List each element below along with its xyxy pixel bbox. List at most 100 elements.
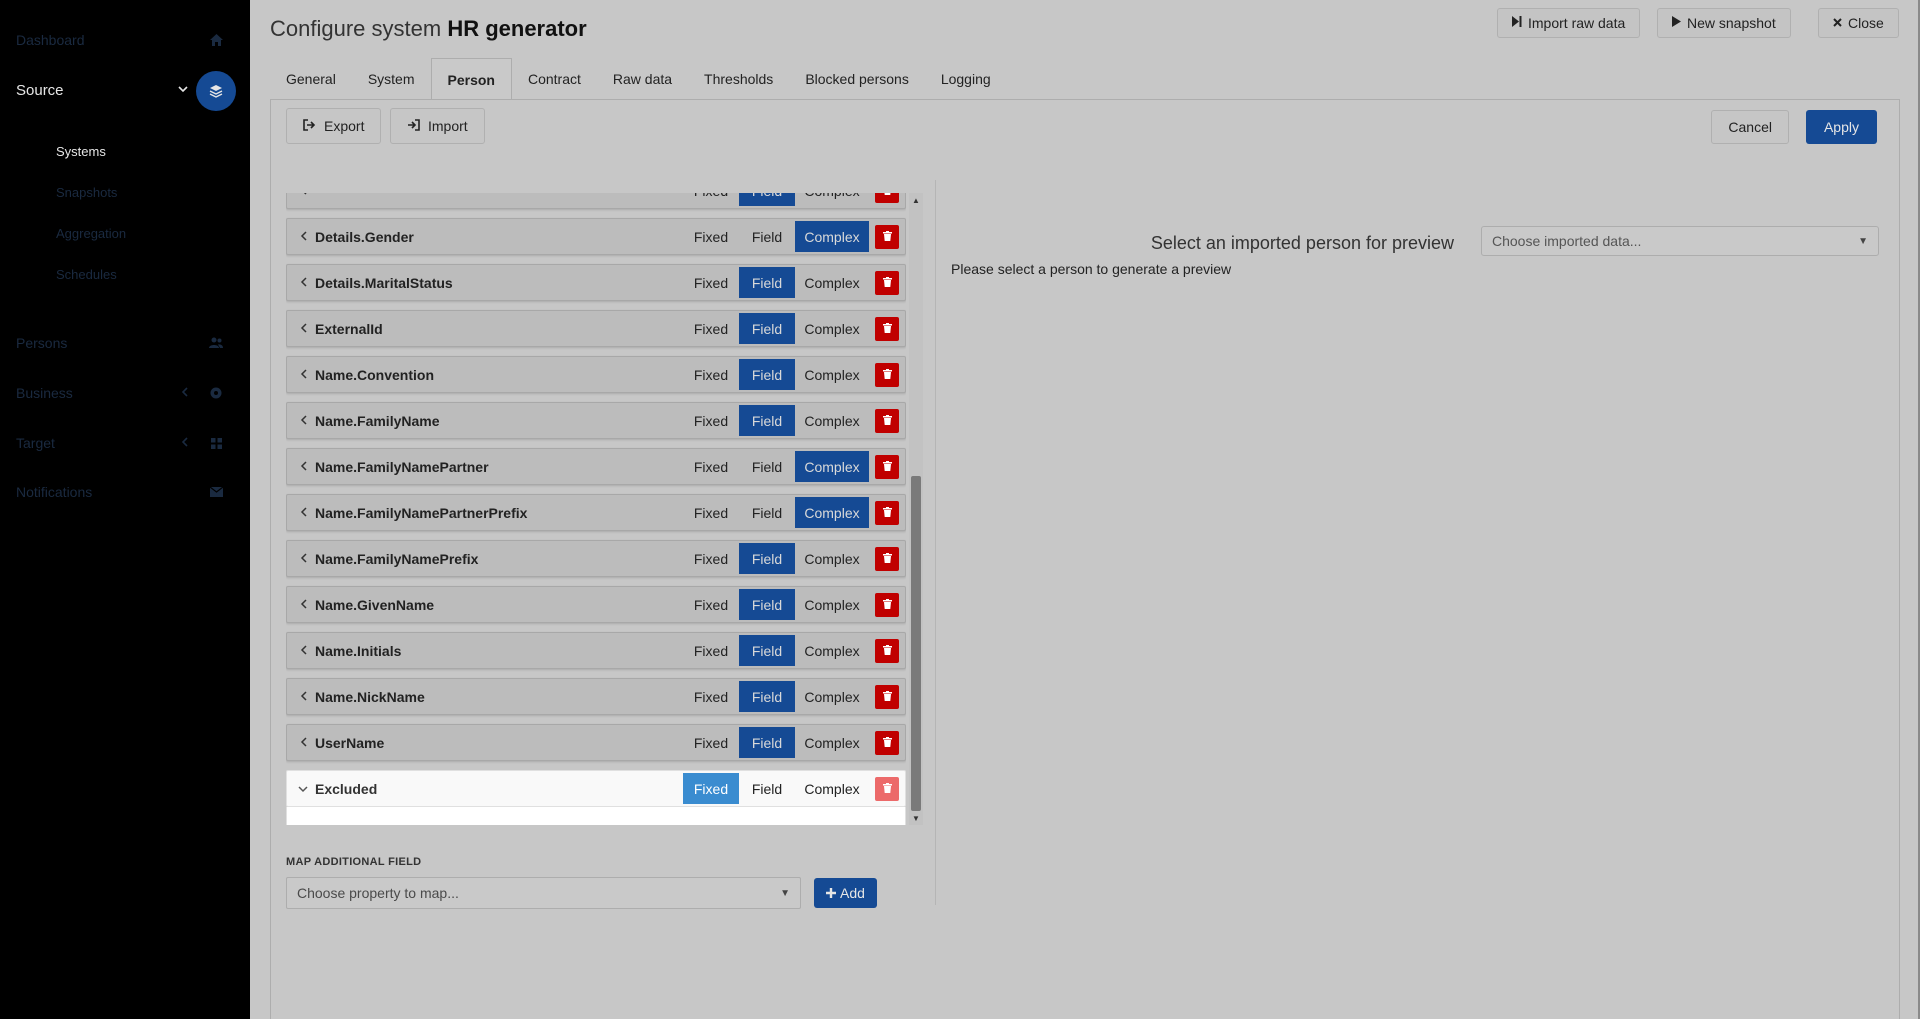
import-button[interactable]: Import [390,108,485,144]
scroll-thumb[interactable] [911,476,921,811]
mapping-row[interactable]: Name.FamilyNamePartner Fixed Field Complex [286,448,906,485]
mapping-row[interactable]: Name.NickName Fixed Field Complex [286,678,906,715]
mode-fixed-button[interactable]: Fixed [683,405,739,436]
mode-complex-button[interactable]: Complex [795,727,869,758]
mode-fixed-button[interactable]: Fixed [683,589,739,620]
sidebar-item-business[interactable]: Business [0,373,250,413]
sidebar-sub-aggregation[interactable]: Aggregation [56,226,126,241]
mode-field-button[interactable]: Field [739,313,795,344]
property-select[interactable]: Choose property to map... ▼ [286,877,801,909]
preview-person-select[interactable]: Choose imported data... ▼ [1481,226,1879,256]
mode-field-button[interactable]: Field [739,727,795,758]
scroll-down-arrow[interactable]: ▼ [909,811,923,825]
mode-complex-button[interactable]: Complex [795,405,869,436]
mode-complex-button[interactable]: Complex [795,267,869,298]
delete-mapping-button[interactable] [875,193,899,203]
chevron-left-icon[interactable] [291,643,315,658]
mode-fixed-button[interactable]: Fixed [683,451,739,482]
delete-mapping-button[interactable] [875,408,899,433]
delete-mapping-button[interactable] [875,224,899,249]
mode-field-button[interactable]: Field [739,773,795,804]
tab-logging[interactable]: Logging [925,58,1007,100]
chevron-down-icon[interactable] [291,781,315,796]
mapping-row[interactable]: Name.Convention Fixed Field Complex [286,356,906,393]
chevron-left-icon[interactable] [291,413,315,428]
mode-field-button[interactable]: Field [739,193,795,206]
mode-fixed-button[interactable]: Fixed [683,635,739,666]
delete-mapping-button[interactable] [875,684,899,709]
tab-thresholds[interactable]: Thresholds [688,58,789,100]
mapping-row[interactable]: Name.FamilyNamePrefix Fixed Field Complex [286,540,906,577]
sidebar-item-dashboard[interactable]: Dashboard [0,20,250,60]
sidebar-item-target[interactable]: Target [0,423,250,463]
tab-general[interactable]: General [270,58,352,100]
chevron-left-icon[interactable] [291,459,315,474]
mapping-row[interactable]: Details.Gender Fixed Field Complex [286,218,906,255]
tab-system[interactable]: System [352,58,431,100]
sidebar-item-source[interactable]: Source [0,70,250,111]
delete-mapping-button[interactable] [875,592,899,617]
mode-complex-button[interactable]: Complex [795,221,869,252]
mapping-row[interactable]: Name.GivenName Fixed Field Complex [286,586,906,623]
sidebar-sub-snapshots[interactable]: Snapshots [56,185,117,200]
mapping-row[interactable]: Name.FamilyNamePartnerPrefix Fixed Field Co… [286,494,906,531]
import-raw-data-button[interactable]: Import raw data [1497,8,1641,38]
delete-mapping-button[interactable] [875,362,899,387]
mapping-row[interactable]: Details.MaritalStatus Fixed Field Complex [286,264,906,301]
chevron-left-icon[interactable] [291,551,315,566]
mode-field-button[interactable]: Field [739,451,795,482]
add-field-button[interactable]: Add [814,878,877,908]
mode-field-button[interactable]: Field [739,359,795,390]
mapping-row[interactable]: Name.FamilyName Fixed Field Complex [286,402,906,439]
delete-mapping-button[interactable] [875,546,899,571]
delete-mapping-button[interactable] [875,454,899,479]
sidebar-sub-schedules[interactable]: Schedules [56,267,117,282]
mode-complex-button[interactable]: Complex [795,681,869,712]
mode-field-button[interactable]: Field [739,267,795,298]
chevron-left-icon[interactable] [291,321,315,336]
tab-blocked-persons[interactable]: Blocked persons [789,58,925,100]
mode-complex-button[interactable]: Complex [795,635,869,666]
mode-fixed-button[interactable]: Fixed [683,727,739,758]
mode-fixed-button[interactable]: Fixed [683,193,739,206]
export-button[interactable]: Export [286,108,382,144]
mode-fixed-button[interactable]: Fixed [683,497,739,528]
mode-field-button[interactable]: Field [739,543,795,574]
chevron-left-icon[interactable] [291,597,315,612]
mapping-row-expanded[interactable]: Excluded Fixed Field Complex [286,770,906,807]
mode-complex-button[interactable]: Complex [795,313,869,344]
tab-person[interactable]: Person [430,58,512,100]
mode-field-button[interactable]: Field [739,589,795,620]
close-button[interactable]: Close [1818,8,1899,38]
mapping-row[interactable]: UserName Fixed Field Complex [286,724,906,761]
mapping-row[interactable]: Name.Initials Fixed Field Complex [286,632,906,669]
delete-mapping-button[interactable] [875,730,899,755]
mode-fixed-button[interactable]: Fixed [683,267,739,298]
mode-complex-button[interactable]: Complex [795,543,869,574]
chevron-left-icon[interactable] [291,505,315,520]
mode-field-button[interactable]: Field [739,635,795,666]
mapping-row[interactable]: ExternalId Fixed Field Complex [286,310,906,347]
mode-fixed-button[interactable]: Fixed [683,221,739,252]
tab-raw-data[interactable]: Raw data [597,58,688,100]
chevron-left-icon[interactable] [291,689,315,704]
mode-fixed-button[interactable]: Fixed [683,681,739,712]
mapping-list-scrollbar[interactable]: ▲ ▼ [909,193,923,825]
scroll-up-arrow[interactable]: ▲ [909,193,923,207]
mode-fixed-button[interactable]: Fixed [683,543,739,574]
cancel-button[interactable]: Cancel [1711,110,1789,144]
chevron-left-icon[interactable] [291,275,315,290]
mode-fixed-button[interactable]: Fixed [683,313,739,344]
mode-complex-button[interactable]: Complex [795,497,869,528]
chevron-left-icon[interactable] [291,367,315,382]
chevron-left-icon[interactable] [291,193,315,198]
sidebar-sub-systems[interactable]: Systems [56,144,106,159]
delete-mapping-button[interactable] [875,500,899,525]
mapping-row[interactable]: FixedFieldComplex [286,193,906,209]
mode-field-button[interactable]: Field [739,681,795,712]
mode-field-button[interactable]: Field [739,221,795,252]
mode-field-button[interactable]: Field [739,497,795,528]
delete-mapping-button[interactable] [875,270,899,295]
delete-mapping-button[interactable] [875,638,899,663]
mode-fixed-button[interactable]: Fixed [683,773,739,804]
